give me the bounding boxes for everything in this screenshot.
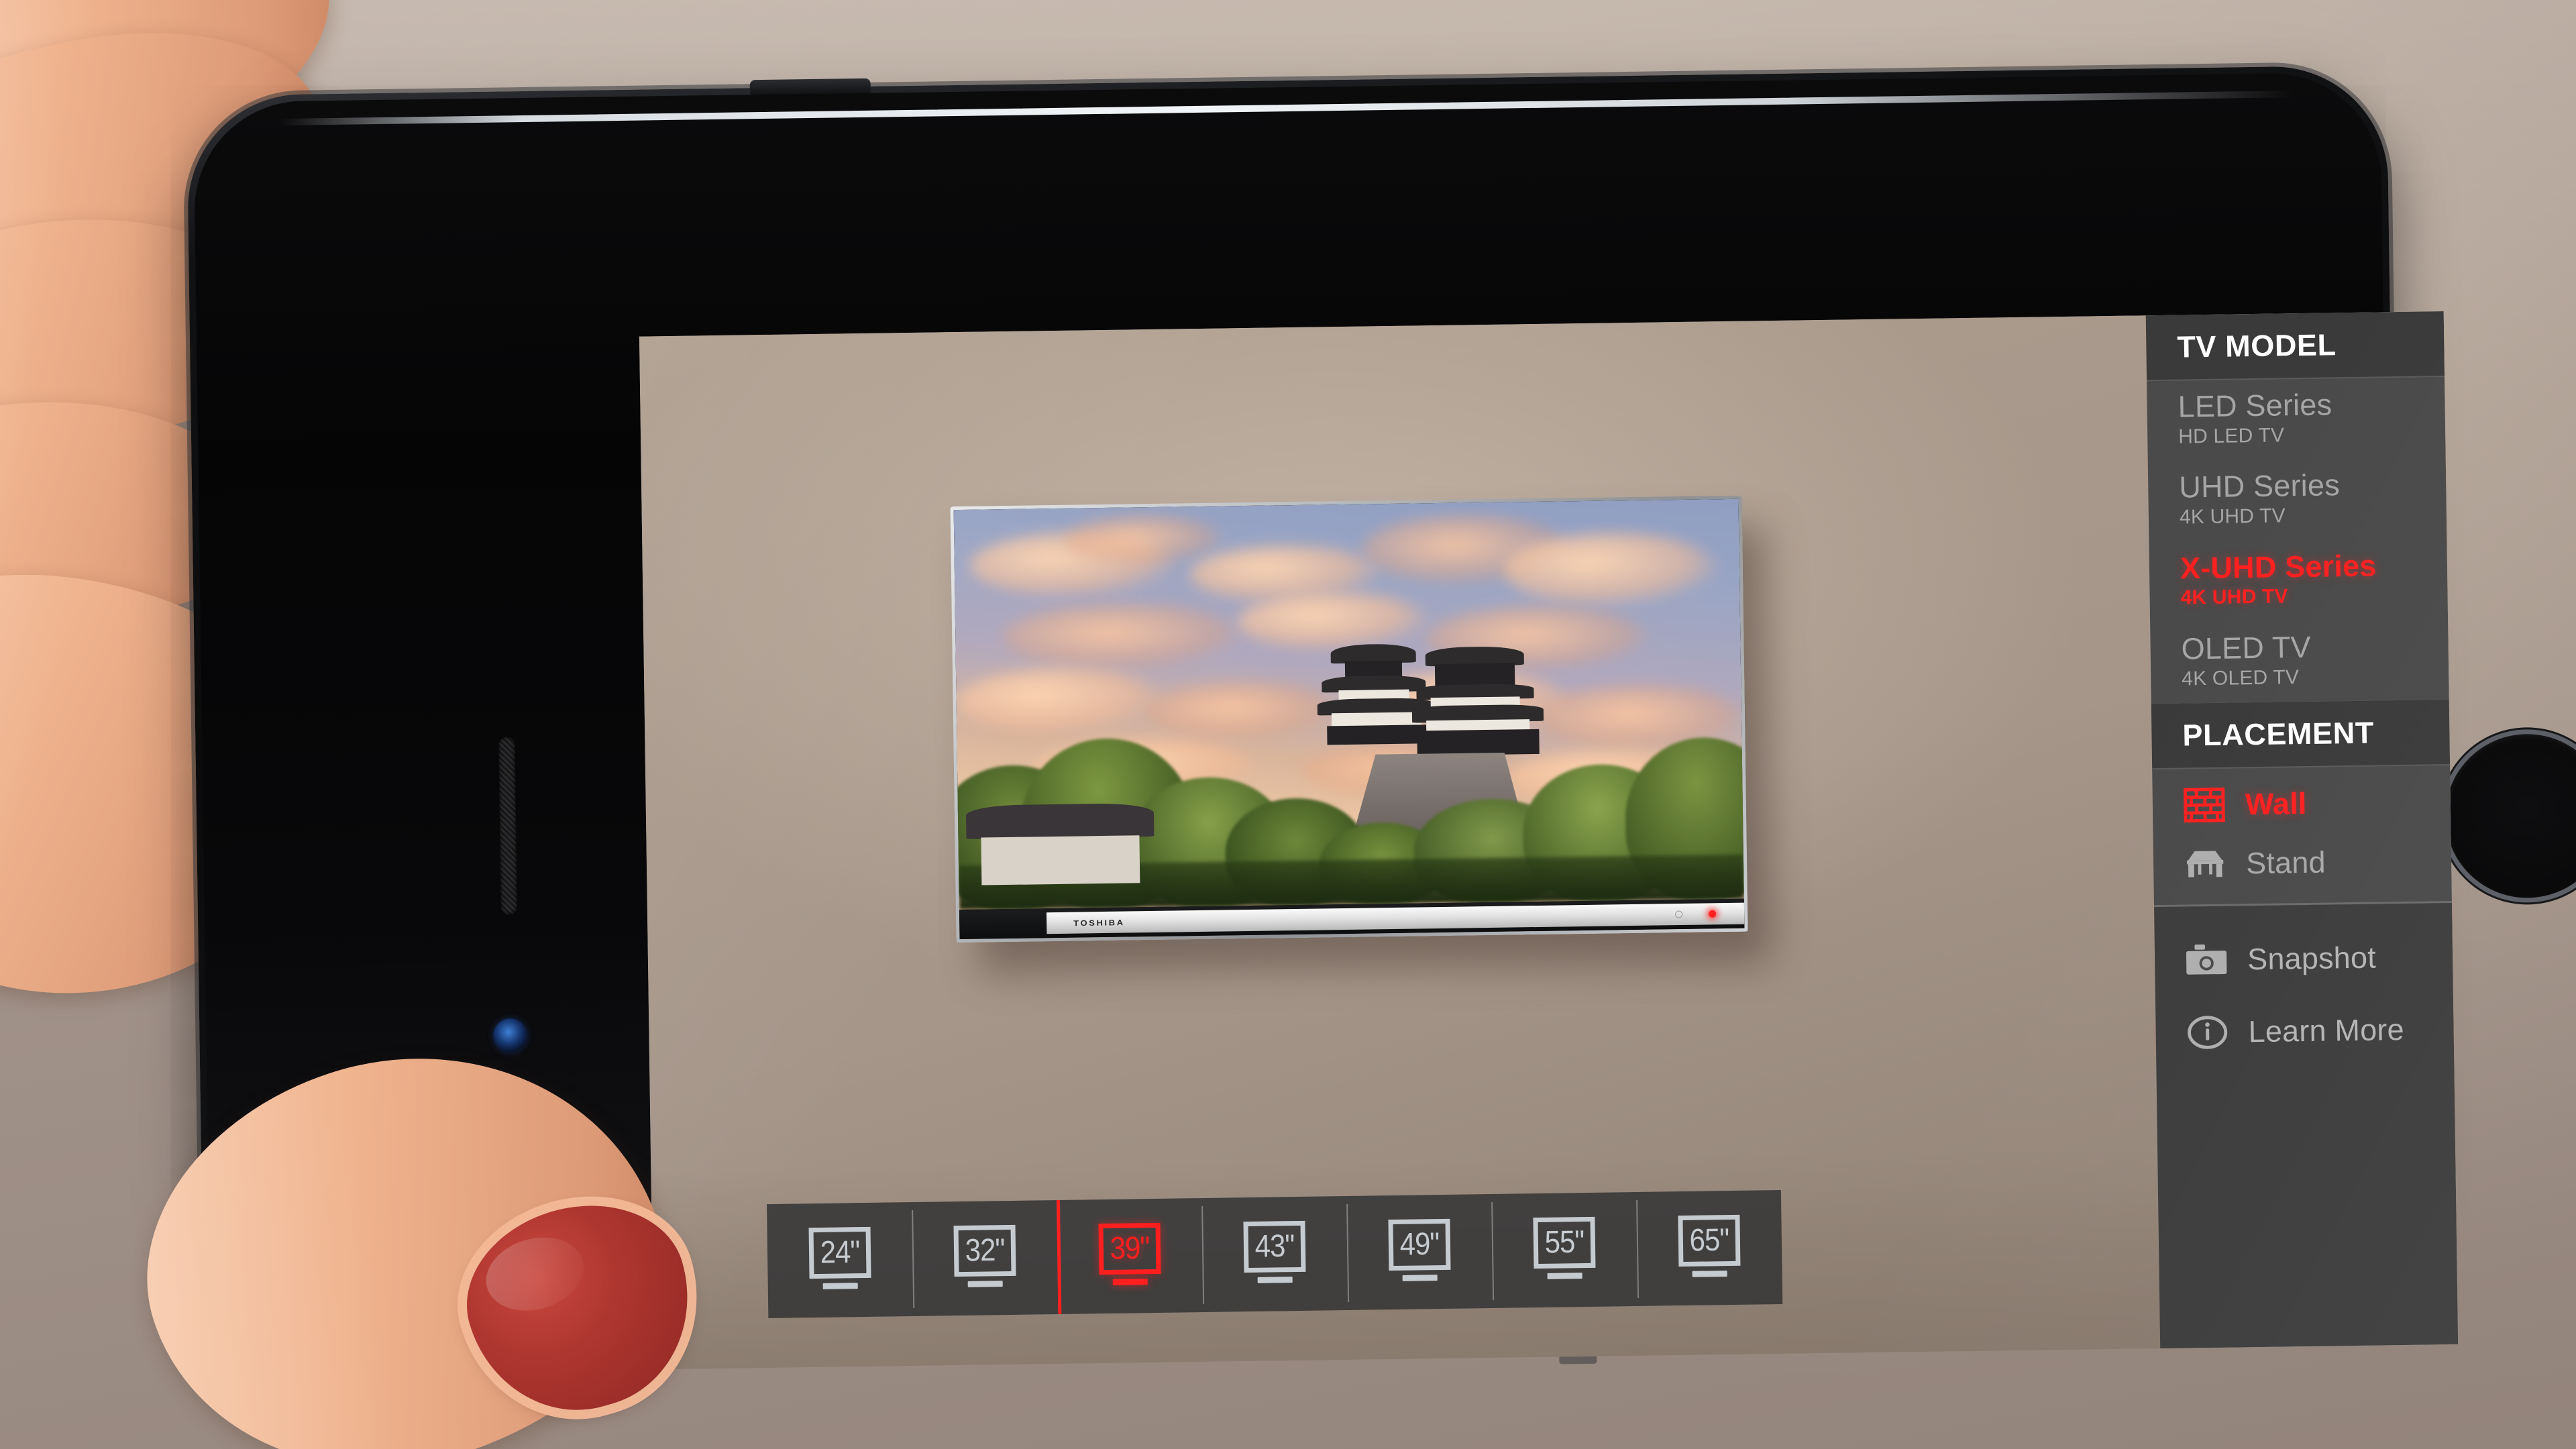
tv-model-item[interactable]: LED Series HD LED TV (2147, 377, 2446, 462)
size-option[interactable]: 55" (1491, 1192, 1638, 1308)
info-icon (2188, 1016, 2228, 1049)
brick-wall-icon (2184, 788, 2225, 823)
tv-brand-logo: TOSHIBA (1073, 917, 1125, 928)
action-label: Learn More (2248, 1012, 2405, 1049)
tv-model-item[interactable]: OLED TV 4K OLED TV (2150, 619, 2449, 704)
tv-model-name: OLED TV (2181, 629, 2312, 666)
app-screen: TOSHIBA 24" 32" 39" 43" 49" 55" 65" TV M… (639, 311, 2459, 1370)
tv-size-icon: 32" (953, 1224, 1016, 1291)
phone-chrome-rail-top (280, 91, 2293, 126)
tv-model-subtitle: 4K OLED TV (2182, 665, 2300, 690)
section-header-tv-model: TV MODEL (2145, 311, 2445, 382)
size-option[interactable]: 24" (767, 1202, 913, 1318)
tv-model-list[interactable]: LED Series HD LED TV UHD Series 4K UHD TV… (2147, 377, 2449, 704)
tv-size-icon: 65" (1678, 1214, 1741, 1281)
tv-size-icon: 49" (1388, 1218, 1451, 1285)
tv-model-name: X-UHD Series (2180, 548, 2377, 586)
size-label: 24" (820, 1234, 860, 1270)
tv-bezel: TOSHIBA (950, 495, 1748, 943)
action-item-snapshot[interactable]: Snapshot (2154, 920, 2453, 997)
tv-model-item[interactable]: X-UHD Series 4K UHD TV (2149, 539, 2448, 623)
tv-size-icon: 55" (1533, 1216, 1596, 1283)
size-label: 32" (965, 1232, 1005, 1268)
tv-model-name: UHD Series (2178, 468, 2341, 504)
tv-icon-stand (967, 1281, 1003, 1287)
ar-virtual-tv[interactable]: TOSHIBA (950, 495, 1748, 943)
action-list[interactable]: Snapshot Learn More (2154, 903, 2459, 1349)
tv-model-subtitle: 4K UHD TV (2179, 504, 2286, 529)
tv-power-symbol (1675, 910, 1683, 918)
size-label: 65" (1689, 1222, 1729, 1258)
screenshot-root: TOSHIBA 24" 32" 39" 43" 49" 55" 65" TV M… (0, 0, 2576, 1449)
size-label: 55" (1544, 1224, 1585, 1260)
size-label: 43" (1254, 1228, 1295, 1264)
placement-item-stand[interactable]: Stand (2153, 831, 2452, 894)
tv-size-icon: 24" (808, 1226, 871, 1293)
action-label: Snapshot (2247, 940, 2377, 977)
placement-list[interactable]: Wall Stand (2152, 765, 2453, 908)
placement-item-wall[interactable]: Wall (2152, 772, 2451, 835)
tv-icon-stand (1112, 1279, 1148, 1285)
section-header-placement: PLACEMENT (2151, 700, 2451, 770)
camera-icon (2186, 945, 2227, 975)
tv-screen-content (953, 498, 1744, 910)
action-item-learn-more[interactable]: Learn More (2155, 993, 2454, 1069)
size-option[interactable]: 43" (1201, 1196, 1348, 1312)
tv-size-icon: 43" (1243, 1220, 1306, 1287)
size-option[interactable]: 32" (912, 1200, 1058, 1316)
tv-model-subtitle: HD LED TV (2178, 424, 2285, 448)
tv-model-name: LED Series (2178, 387, 2332, 424)
placement-label: Wall (2245, 786, 2307, 822)
size-option[interactable]: 39" (1057, 1198, 1203, 1314)
tv-icon-stand (1547, 1273, 1582, 1279)
tv-model-item[interactable]: UHD Series 4K UHD TV (2148, 458, 2447, 542)
size-label: 39" (1110, 1230, 1150, 1266)
size-label: 49" (1399, 1226, 1440, 1262)
size-option[interactable]: 65" (1636, 1190, 1782, 1306)
tv-icon-stand (1402, 1275, 1438, 1281)
tv-panel: TOSHIBA (953, 498, 1745, 940)
right-sidebar: TV MODEL LED Series HD LED TV UHD Series … (2145, 311, 2459, 1349)
tv-icon-stand (1257, 1277, 1293, 1283)
size-selector-bar[interactable]: 24" 32" 39" 43" 49" 55" 65" (767, 1189, 1783, 1319)
tv-standby-led (1709, 910, 1717, 918)
placement-label: Stand (2245, 845, 2326, 881)
tv-icon-stand (822, 1283, 858, 1289)
tv-brand-strip: TOSHIBA (1046, 902, 1745, 934)
tv-model-subtitle: 4K UHD TV (2180, 585, 2288, 609)
size-option[interactable]: 49" (1346, 1194, 1493, 1310)
tv-stand-icon (2186, 851, 2224, 877)
tv-icon-stand (1692, 1271, 1727, 1277)
tv-size-icon: 39" (1098, 1222, 1161, 1289)
earpiece-speaker (498, 737, 517, 915)
